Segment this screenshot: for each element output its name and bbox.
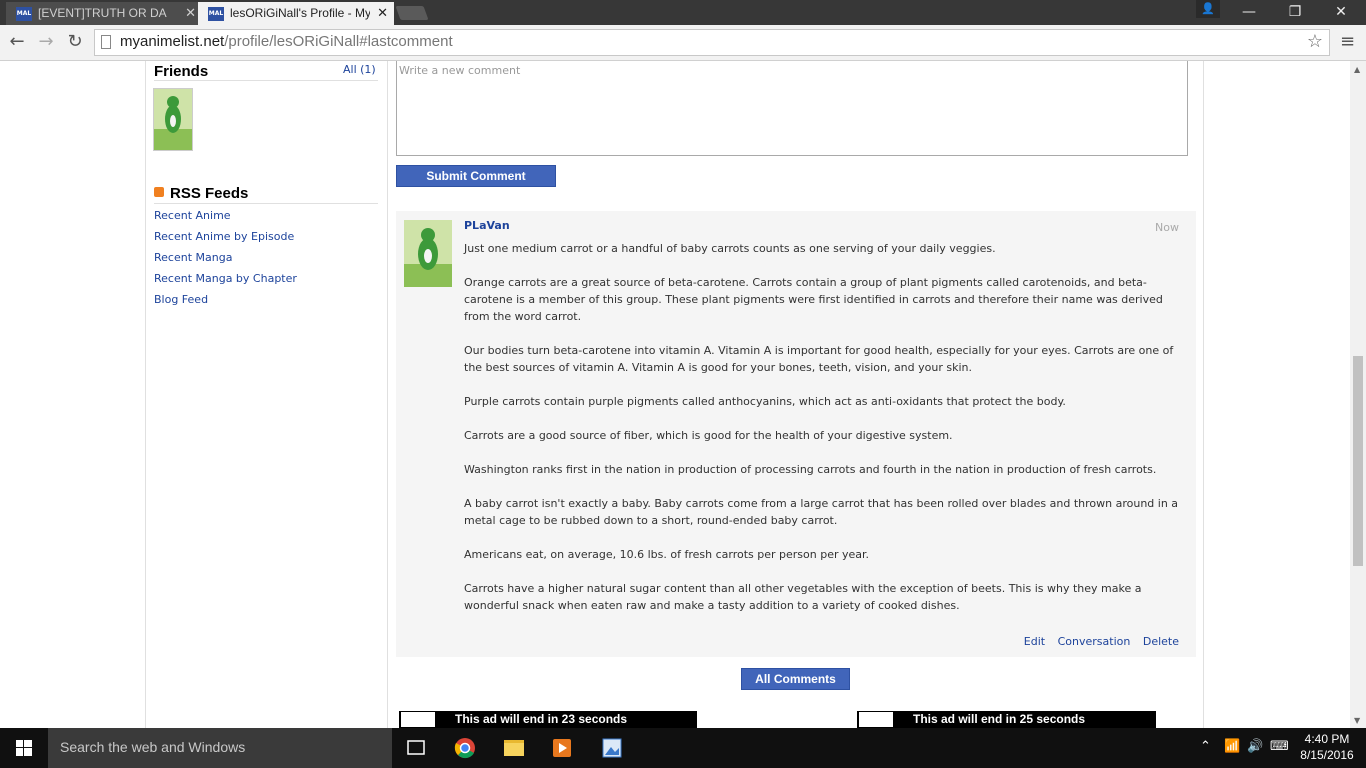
tab-title: lesORiGiNall's Profile - My xyxy=(230,6,370,20)
taskbar-search-box[interactable]: Search the web and Windows xyxy=(48,728,392,768)
ad-countdown-text: This ad will end in 25 seconds xyxy=(913,712,1086,726)
conversation-link[interactable]: Conversation xyxy=(1058,635,1131,648)
clock-time: 4:40 PM xyxy=(1304,732,1350,746)
comment-entry: PLaVan Now Just one medium carrot or a h… xyxy=(396,211,1196,657)
mal-favicon-icon: MAL xyxy=(208,7,224,21)
media-player-icon[interactable] xyxy=(538,728,586,768)
divider xyxy=(154,80,378,81)
chrome-menu-icon[interactable]: ≡ xyxy=(1340,31,1355,52)
back-icon[interactable]: ← xyxy=(6,31,28,53)
comment-actions: Edit Conversation Delete xyxy=(1015,635,1179,648)
tray-overflow-icon[interactable]: ⌃ xyxy=(1200,739,1211,754)
network-icon[interactable]: 📶 xyxy=(1224,739,1240,754)
clock-date: 8/15/2016 xyxy=(1300,748,1354,762)
comment-paragraph: Just one medium carrot or a handful of b… xyxy=(464,242,996,255)
scroll-thumb[interactable] xyxy=(1353,356,1363,566)
windows-taskbar: Search the web and Windows ⌃ 📶 🔊 ⌨ 4:40 … xyxy=(0,728,1366,768)
bookmark-star-icon[interactable]: ☆ xyxy=(1307,31,1323,52)
browser-toolbar: ← → ↻ myanimelist.net/profile/lesORiGiNa… xyxy=(0,25,1366,61)
submit-comment-button[interactable]: Submit Comment xyxy=(396,165,556,187)
page-scrollbar[interactable]: ▲ ▼ xyxy=(1350,61,1366,728)
rss-icon xyxy=(154,187,164,197)
ad-countdown-bar: This ad will end in 23 seconds xyxy=(399,711,697,728)
forward-icon[interactable]: → xyxy=(35,31,57,53)
ad-mute-icon[interactable] xyxy=(401,712,435,727)
page-icon xyxy=(101,35,111,49)
divider xyxy=(387,61,388,728)
comment-paragraph: A baby carrot isn't exactly a baby. Baby… xyxy=(464,497,1179,527)
ime-icon[interactable]: ⌨ xyxy=(1270,739,1289,754)
tab-close-icon[interactable]: ✕ xyxy=(185,5,196,21)
commenter-avatar[interactable] xyxy=(404,220,452,287)
browser-tab-profile[interactable]: MAL lesORiGiNall's Profile - My ✕ xyxy=(198,2,394,25)
divider xyxy=(154,203,378,204)
comment-paragraph: Washington ranks first in the nation in … xyxy=(464,463,1157,476)
mal-favicon-icon: MAL xyxy=(16,7,32,21)
comment-textarea-frame xyxy=(396,61,1188,156)
browser-tab-event[interactable]: MAL [EVENT]TRUTH OR DA ✕ xyxy=(6,2,202,25)
comment-paragraph: Orange carrots are a great source of bet… xyxy=(464,276,1163,323)
rss-link-blog-feed[interactable]: Blog Feed xyxy=(154,293,208,306)
ad-countdown-text: This ad will end in 23 seconds xyxy=(455,712,628,726)
window-close-icon[interactable]: ✕ xyxy=(1318,0,1364,25)
divider xyxy=(145,61,146,728)
comment-paragraph: Carrots are a good source of fiber, whic… xyxy=(464,429,953,442)
rss-link-recent-manga[interactable]: Recent Manga xyxy=(154,251,232,264)
rss-link-recent-manga-chapter[interactable]: Recent Manga by Chapter xyxy=(154,272,297,285)
comment-username[interactable]: PLaVan xyxy=(464,219,510,232)
comment-paragraph: Carrots have a higher natural sugar cont… xyxy=(464,582,1142,612)
ad-mute-icon[interactable] xyxy=(859,712,893,727)
friends-all-link[interactable]: All (1) xyxy=(343,63,376,76)
all-comments-button[interactable]: All Comments xyxy=(741,668,850,690)
page-viewport: Friends All (1) RSS Feeds Recent Anime R… xyxy=(0,61,1350,728)
taskbar-search-placeholder: Search the web and Windows xyxy=(60,739,246,755)
url-path: /profile/lesORiGiNall#lastcomment xyxy=(224,33,453,50)
url-domain: myanimelist.net xyxy=(120,33,225,50)
task-view-icon[interactable] xyxy=(392,728,440,768)
comment-paragraph: Americans eat, on average, 10.6 lbs. of … xyxy=(464,548,870,561)
browser-titlebar: MAL [EVENT]TRUTH OR DA ✕ MAL lesORiGiNal… xyxy=(0,0,1366,25)
comment-paragraph: Purple carrots contain purple pigments c… xyxy=(464,395,1066,408)
friend-avatar[interactable] xyxy=(153,88,193,151)
restore-icon[interactable]: ❐ xyxy=(1272,0,1318,25)
divider xyxy=(1203,61,1204,728)
friends-heading: Friends xyxy=(154,63,209,80)
ad-countdown-bar: This ad will end in 25 seconds xyxy=(857,711,1156,728)
comment-paragraph: Our bodies turn beta-carotene into vitam… xyxy=(464,344,1174,374)
comment-body: Just one medium carrot or a handful of b… xyxy=(464,240,1180,631)
chrome-taskbar-icon[interactable] xyxy=(441,728,489,768)
image-app-icon[interactable] xyxy=(588,728,636,768)
address-bar[interactable]: myanimelist.net/profile/lesORiGiNall#las… xyxy=(94,29,1330,56)
new-tab-button[interactable] xyxy=(395,6,429,20)
tab-title: [EVENT]TRUTH OR DA xyxy=(38,6,167,20)
windows-start-icon[interactable] xyxy=(0,728,48,768)
delete-link[interactable]: Delete xyxy=(1143,635,1179,648)
account-icon[interactable]: 👤 xyxy=(1196,0,1220,18)
file-explorer-icon[interactable] xyxy=(490,728,538,768)
taskbar-clock[interactable]: 4:40 PM 8/15/2016 xyxy=(1297,731,1357,763)
rss-link-recent-anime-episode[interactable]: Recent Anime by Episode xyxy=(154,230,294,243)
rss-link-recent-anime[interactable]: Recent Anime xyxy=(154,209,231,222)
edit-link[interactable]: Edit xyxy=(1024,635,1045,648)
url-text[interactable]: myanimelist.net/profile/lesORiGiNall#las… xyxy=(120,33,453,50)
volume-icon[interactable]: 🔊 xyxy=(1247,739,1263,754)
comment-textarea[interactable] xyxy=(399,64,1179,149)
comment-timestamp: Now xyxy=(1155,221,1179,234)
scroll-up-icon[interactable]: ▲ xyxy=(1354,65,1360,74)
tab-close-icon[interactable]: ✕ xyxy=(377,5,388,21)
rss-heading: RSS Feeds xyxy=(170,185,249,202)
reload-icon[interactable]: ↻ xyxy=(64,31,86,53)
scroll-down-icon[interactable]: ▼ xyxy=(1354,716,1360,725)
minimize-icon[interactable]: — xyxy=(1226,0,1272,25)
